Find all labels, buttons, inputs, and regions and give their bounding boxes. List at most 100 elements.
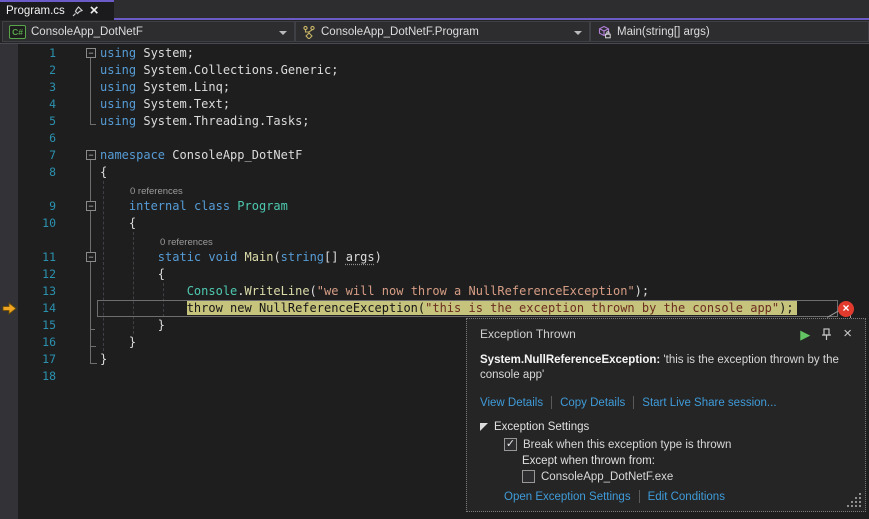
code-token: (	[310, 284, 317, 298]
code-token: ConsoleApp_DotNetF	[165, 148, 302, 162]
code-text[interactable]: static void Main(string[] args)	[100, 249, 382, 266]
chevron-down-icon[interactable]	[574, 31, 582, 35]
line-number: 18	[0, 368, 56, 385]
code-token: "we will now throw a NullReferenceExcept…	[317, 284, 635, 298]
code-line[interactable]: 4using System.Text;	[0, 96, 869, 113]
link-start-live-share-session[interactable]: Start Live Share session...	[642, 397, 776, 409]
link-separator	[633, 396, 634, 409]
line-number: 11	[0, 249, 56, 266]
code-token: {	[100, 165, 107, 179]
code-token: WriteLine	[245, 284, 310, 298]
close-icon[interactable]: ×	[90, 5, 99, 17]
class-icon	[302, 25, 316, 39]
code-token: }	[100, 335, 136, 349]
code-line[interactable]: 6	[0, 130, 869, 147]
code-text[interactable]: {	[100, 215, 136, 232]
code-token	[237, 250, 244, 264]
code-text[interactable]: {	[100, 266, 165, 283]
code-line[interactable]: 1 using System;	[0, 45, 869, 62]
link-copy-details[interactable]: Copy Details	[560, 397, 625, 409]
tab-strip: Program.cs ×	[0, 0, 869, 20]
code-line[interactable]: 8{	[0, 164, 869, 181]
type-dropdown-value: ConsoleApp_DotNetF.Program	[321, 26, 479, 38]
code-line[interactable]: 9 internal class Program	[0, 198, 869, 215]
pin-icon[interactable]	[821, 328, 832, 341]
code-line[interactable]: 11 static void Main(string[] args)	[0, 249, 869, 266]
code-text[interactable]: using System.Threading.Tasks;	[100, 113, 310, 130]
exception-error-icon: ×	[838, 301, 854, 317]
code-token: string	[281, 250, 324, 264]
code-token: void	[208, 250, 237, 264]
line-number: 8	[0, 164, 56, 181]
code-text[interactable]: }	[100, 334, 136, 351]
code-editor[interactable]: − − − − × 1 using System; 2 using System.Co…	[0, 44, 869, 519]
code-line[interactable]: 13 Console.WriteLine("we will now throw …	[0, 283, 869, 300]
exception-actions: View Details Copy Details Start Live Share…	[480, 396, 852, 409]
line-number: 7	[0, 147, 56, 164]
code-text[interactable]: using System.Text;	[100, 96, 230, 113]
code-token: System;	[136, 46, 194, 60]
code-token: Program	[237, 199, 288, 213]
code-token: using	[100, 80, 136, 94]
code-text[interactable]: using System.Collections.Generic;	[100, 62, 338, 79]
code-token: System.Text;	[136, 97, 230, 111]
code-token: {	[100, 267, 165, 281]
code-token: using	[100, 97, 136, 111]
code-line[interactable]: 3using System.Linq;	[0, 79, 869, 96]
exception-settings-expander[interactable]: Exception Settings	[480, 421, 852, 433]
code-text[interactable]: using System;	[100, 45, 194, 62]
fold-toggle[interactable]: −	[86, 252, 96, 262]
line-number: 16	[0, 334, 56, 351]
pin-icon[interactable]	[72, 6, 83, 17]
code-text[interactable]: using System.Linq;	[100, 79, 230, 96]
member-dropdown-value: Main(string[] args)	[617, 26, 710, 38]
exception-thrown-popup: Exception Thrown ▶ × System.NullReferenc…	[466, 318, 866, 512]
code-token: using	[100, 114, 136, 128]
code-token	[100, 284, 187, 298]
line-number: 1	[0, 45, 56, 62]
code-line[interactable]: 7 namespace ConsoleApp_DotNetF	[0, 147, 869, 164]
link-view-details[interactable]: View Details	[480, 397, 543, 409]
link-open-exception-settings[interactable]: Open Exception Settings	[504, 491, 631, 503]
type-dropdown[interactable]: ConsoleApp_DotNetF.Program	[295, 21, 590, 42]
line-number: 6	[0, 130, 56, 147]
code-text[interactable]: }	[100, 317, 165, 334]
line-number: 2	[0, 62, 56, 79]
close-icon[interactable]: ×	[843, 328, 852, 340]
code-token: {	[100, 216, 136, 230]
fold-toggle[interactable]: −	[86, 201, 96, 211]
code-text[interactable]: {	[100, 164, 107, 181]
tab-program-cs[interactable]: Program.cs ×	[0, 0, 114, 20]
code-text[interactable]: internal class Program	[100, 198, 288, 215]
code-token: .	[237, 284, 244, 298]
link-edit-conditions[interactable]: Edit Conditions	[648, 491, 725, 503]
link-separator	[639, 490, 640, 503]
code-text[interactable]: }	[100, 351, 107, 368]
code-line[interactable]: 2 using System.Collections.Generic;	[0, 62, 869, 79]
tab-title: Program.cs	[6, 5, 65, 17]
code-token: }	[100, 352, 107, 366]
continue-execution-icon[interactable]: ▶	[800, 328, 810, 341]
codelens-row[interactable]: 0 references	[0, 181, 869, 198]
code-text[interactable]: namespace ConsoleApp_DotNetF	[100, 147, 302, 164]
resize-grip[interactable]	[859, 505, 861, 507]
exception-settings-actions: Open Exception Settings Edit Conditions	[504, 490, 852, 503]
fold-toggle[interactable]: −	[86, 48, 96, 58]
member-dropdown[interactable]: Main(string[] args)	[590, 21, 869, 42]
code-text[interactable]: Console.WriteLine("we will now throw a N…	[100, 283, 649, 300]
fold-toggle[interactable]: −	[86, 150, 96, 160]
chevron-down-icon[interactable]	[279, 31, 287, 35]
project-dropdown[interactable]: C# ConsoleApp_DotNetF	[2, 21, 295, 42]
popup-title: Exception Thrown	[480, 327, 576, 341]
code-token: args	[346, 250, 375, 264]
break-when-thrown-checkbox[interactable]: ✓	[504, 438, 517, 451]
codelens-row[interactable]: 0 references	[0, 232, 869, 249]
exception-type: System.NullReferenceException:	[480, 354, 660, 366]
code-token: internal	[129, 199, 187, 213]
module-exclusion-checkbox[interactable]	[522, 470, 535, 483]
code-line[interactable]: 10 {	[0, 215, 869, 232]
code-token: (	[273, 250, 280, 264]
code-line[interactable]: 12 {	[0, 266, 869, 283]
code-line[interactable]: 5using System.Threading.Tasks;	[0, 113, 869, 130]
line-number: 15	[0, 317, 56, 334]
